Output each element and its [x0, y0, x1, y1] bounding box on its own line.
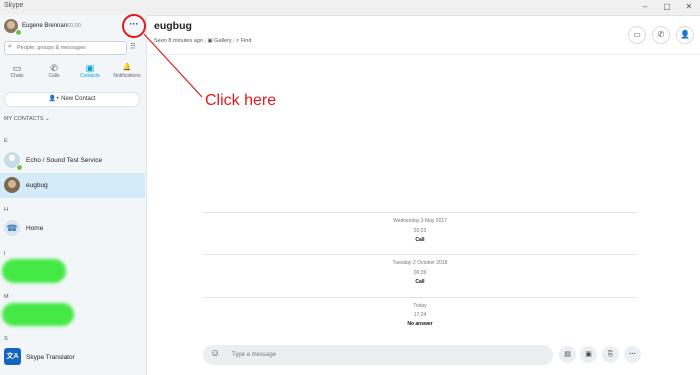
annotation-arrow [143, 33, 203, 98]
annotation-text: Click here [205, 92, 277, 109]
